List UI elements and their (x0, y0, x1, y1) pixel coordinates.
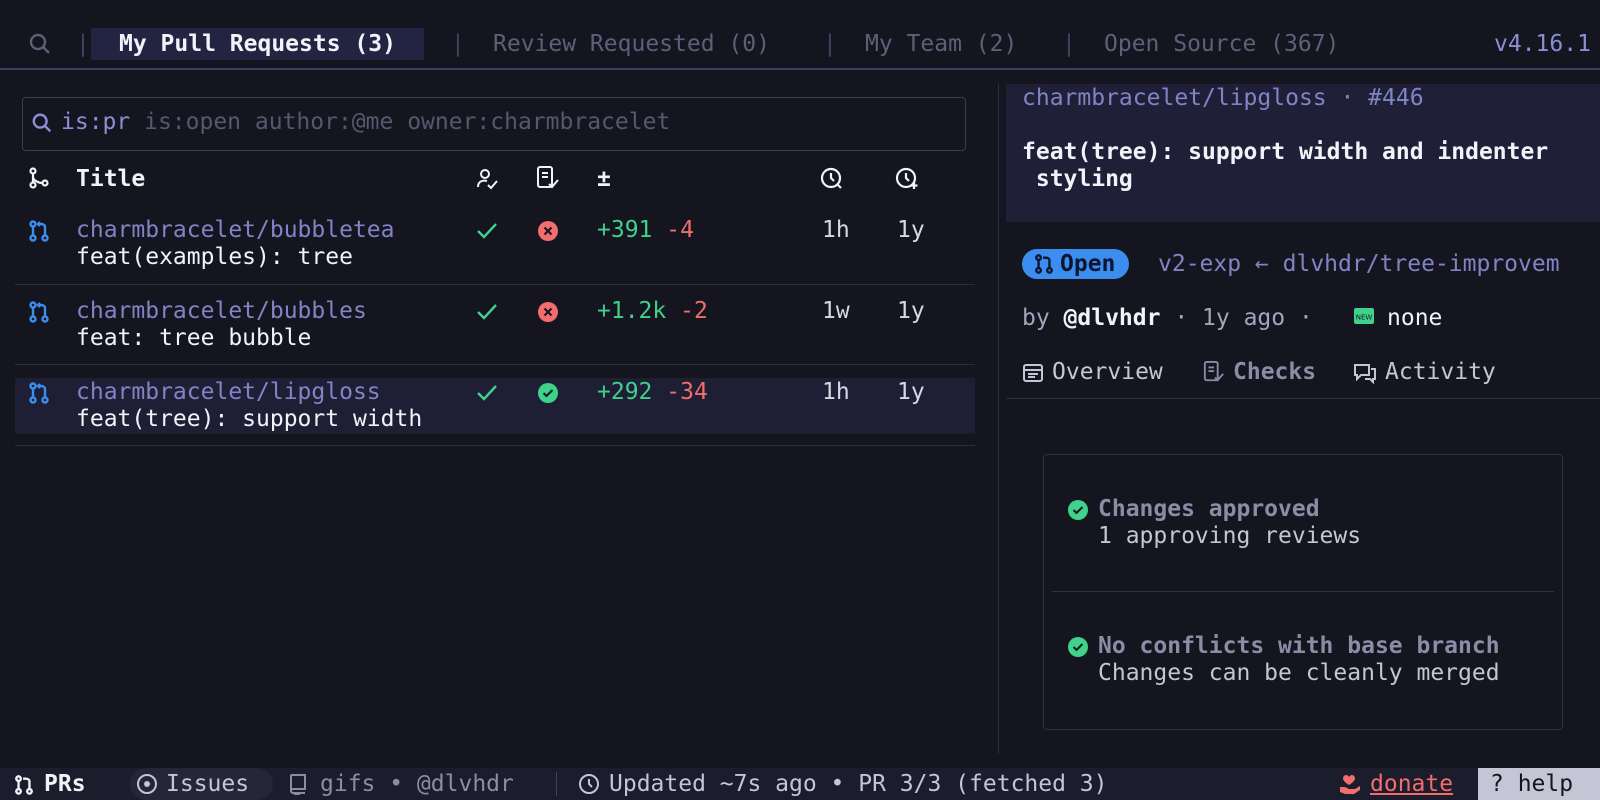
search-query-prefix: is:pr (61, 109, 131, 135)
pr-detail-header: charmbracelet/lipgloss · #446 feat(tree)… (1006, 84, 1600, 222)
search-bar[interactable]: is:pr is:open author:@me owner:charmbrac… (22, 97, 966, 151)
labels-value: none (1387, 305, 1443, 331)
issue-icon (136, 773, 158, 795)
status-prs-label: PRs (44, 771, 86, 797)
additions: +1.2k (597, 298, 667, 324)
deletions: -4 (666, 217, 694, 243)
new-label-icon: NEW (1354, 306, 1374, 326)
check-subtitle: 1 approving reviews (1098, 523, 1362, 549)
pr-title: feat(tree): support width (76, 406, 423, 432)
activity-icon (1353, 362, 1377, 384)
checks-icon (536, 165, 560, 191)
status-updated: Updated ~7s ago • PR 3/3 (fetched 3) (609, 771, 1108, 797)
status-divider (556, 772, 557, 796)
created-age: 1y (897, 379, 925, 405)
pr-age: · 1y ago · (1160, 305, 1327, 331)
pr-detail-repo[interactable]: charmbracelet/lipgloss · #446 (1022, 84, 1424, 112)
additions: +391 (597, 217, 653, 243)
author-link[interactable]: @dlvhdr (1064, 305, 1161, 331)
created-age: 1y (897, 298, 925, 324)
status-repo: gifs • @dlvhdr (320, 771, 514, 797)
pr-detail-title: feat(tree): support width and indenter (1022, 139, 1549, 165)
repo-icon (288, 773, 308, 795)
clock-icon (578, 773, 600, 795)
row-divider (15, 445, 975, 446)
updated-age: 1h (822, 379, 850, 405)
pr-open-icon (28, 219, 50, 243)
panel-divider (998, 84, 999, 754)
version-label: v4.16.1 (1494, 31, 1591, 57)
tab-review-requested[interactable]: Review Requested (0) (493, 28, 770, 60)
detail-tabs-divider (1006, 398, 1600, 399)
tab-separator: | (451, 31, 465, 57)
tab-separator: | (76, 31, 90, 57)
pr-repo: charmbracelet/lipgloss (76, 379, 381, 405)
tab-open-source[interactable]: Open Source (367) (1104, 28, 1339, 60)
status-issues[interactable]: Issues (130, 768, 273, 800)
check-title: Changes approved (1098, 496, 1320, 522)
deletions: -2 (680, 298, 708, 324)
tab-checks[interactable]: Checks (1233, 358, 1316, 386)
updated-age: 1w (822, 298, 850, 324)
check-divider (1052, 591, 1554, 592)
tab-separator: | (1062, 31, 1076, 57)
ci-passed-icon (537, 382, 559, 404)
svg-text:NEW: NEW (1356, 314, 1373, 322)
pr-detail-title-cont: styling (1022, 166, 1133, 192)
status-issues-label: Issues (166, 771, 250, 797)
check-passed-icon (1067, 636, 1089, 658)
pr-open-icon (28, 300, 50, 324)
check-title: No conflicts with base branch (1098, 633, 1500, 659)
tab-my-team[interactable]: My Team (2) (865, 28, 1017, 60)
approved-check-icon (476, 221, 498, 241)
state-label: Open (1060, 251, 1116, 277)
tab-overview[interactable]: Overview (1052, 358, 1163, 386)
ci-failed-icon (537, 301, 559, 323)
created-age: 1y (897, 217, 925, 243)
additions: +292 (597, 379, 653, 405)
tab-bar: | My Pull Requests (3) | Review Requeste… (0, 0, 1600, 70)
donate-link[interactable]: donate (1370, 768, 1453, 800)
pr-icon (14, 774, 34, 796)
tab-activity[interactable]: Activity (1385, 358, 1496, 386)
overview-icon (1022, 362, 1044, 384)
row-divider (15, 364, 975, 365)
pr-icon-header (28, 166, 50, 190)
updated-age: 1h (822, 217, 850, 243)
pr-title: feat(examples): tree (76, 244, 353, 270)
search-icon[interactable] (28, 32, 52, 56)
checks-tab-icon (1203, 360, 1225, 384)
heart-hand-icon (1338, 773, 1362, 795)
by-prefix: by (1022, 305, 1064, 331)
search-query-rest: is:open author:@me owner:charmbracelet (130, 109, 671, 135)
branch-info: v2-exp ← dlvhdr/tree-improvem (1158, 251, 1560, 277)
approved-check-icon (476, 302, 498, 322)
search-input[interactable]: is:pr is:open author:@me owner:charmbrac… (61, 109, 670, 135)
checks-box: Changes approved 1 approving reviews No … (1043, 454, 1563, 730)
created-clock-icon (895, 166, 919, 190)
pr-title: feat: tree bubble (76, 325, 312, 351)
help-button[interactable]: ? help (1478, 768, 1600, 800)
updated-clock-icon (820, 166, 844, 190)
pr-repo: charmbracelet/bubbles (76, 298, 367, 324)
review-icon (475, 167, 499, 191)
state-badge: Open (1022, 249, 1130, 279)
search-icon (31, 112, 53, 134)
row-divider (15, 284, 975, 285)
status-prs[interactable]: PRs (0, 768, 110, 800)
column-diff[interactable]: ± (597, 166, 611, 192)
pr-open-icon (1034, 253, 1054, 275)
check-passed-icon (1067, 499, 1089, 521)
pr-open-icon (28, 381, 50, 405)
ci-failed-icon (537, 220, 559, 242)
approved-check-icon (476, 383, 498, 403)
check-subtitle: Changes can be cleanly merged (1098, 660, 1500, 686)
column-title[interactable]: Title (76, 166, 145, 192)
pr-repo: charmbracelet/bubbletea (76, 217, 395, 243)
status-bar: PRs Issues gifs • @dlvhdr Updated ~7s ag… (0, 768, 1600, 800)
tab-my-pull-requests[interactable]: My Pull Requests (3) (91, 28, 424, 60)
tab-separator: | (823, 31, 837, 57)
deletions: -34 (666, 379, 708, 405)
